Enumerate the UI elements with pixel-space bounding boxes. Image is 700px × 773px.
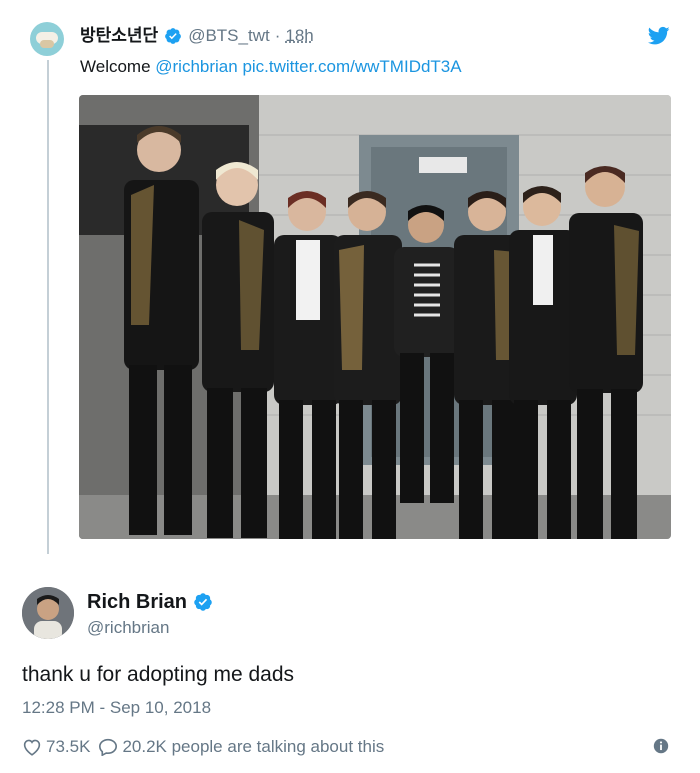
like-count: 73.5K (46, 737, 91, 756)
reply-display-name-row: Rich Brian (87, 590, 219, 614)
header-separator: · (274, 26, 281, 45)
quoted-timestamp[interactable]: 18h (285, 24, 313, 48)
tweet-actions: 73.5K 20.2K people are talking about thi… (22, 735, 392, 759)
comment-icon (99, 738, 118, 756)
quoted-handle[interactable]: @BTS_twt (188, 24, 270, 48)
twitter-bird-icon[interactable] (648, 26, 670, 46)
like-button[interactable]: 73.5K (22, 737, 90, 757)
comment-button[interactable]: 20.2K people are talking about this (98, 737, 384, 757)
reply-tweet-text: thank u for adopting me dads (22, 663, 295, 686)
reply-handle[interactable]: @richbrian (87, 617, 169, 639)
pic-link[interactable]: pic.twitter.com/wwTMIDdT3A (242, 57, 461, 76)
info-icon[interactable] (652, 737, 670, 755)
mention-link[interactable]: @richbrian (155, 57, 237, 76)
tweet-photo[interactable] (79, 95, 671, 539)
quoted-tweet-text: Welcome @richbrian pic.twitter.com/wwTMI… (80, 56, 462, 78)
quoted-display-name[interactable]: 방탄소년단 (80, 24, 158, 48)
tweet-text-prefix: Welcome (80, 57, 156, 76)
verified-icon (194, 593, 212, 611)
verified-icon (165, 28, 182, 44)
reply-timestamp[interactable]: 12:28 PM - Sep 10, 2018 (22, 697, 211, 719)
reply-display-name[interactable]: Rich Brian (87, 590, 187, 614)
richbrian-avatar[interactable] (22, 587, 74, 639)
comment-count: 20.2K people are talking about this (122, 737, 385, 756)
thread-line (47, 60, 49, 554)
heart-icon (23, 739, 41, 756)
quoted-tweet-header: 방탄소년단 @BTS_twt · 18h (80, 24, 314, 48)
bts-avatar[interactable] (30, 22, 64, 56)
